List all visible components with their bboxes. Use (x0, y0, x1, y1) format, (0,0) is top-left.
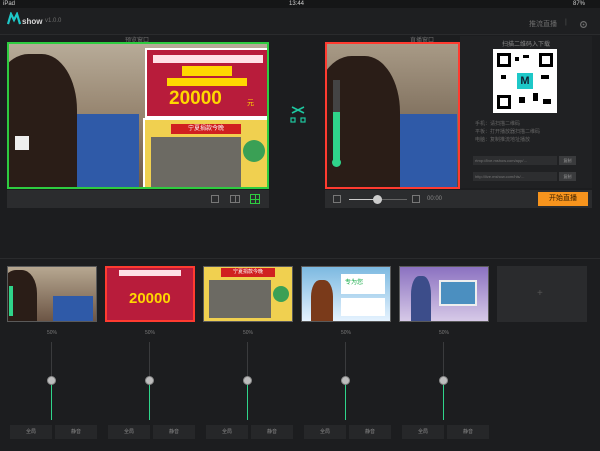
source-thumb-4[interactable]: 专为您 (301, 266, 391, 322)
qr-panel: 扫描二维码入下载 M 手机：请扫描二维码 平板：打开播放器扫描二维码 电脑：复制… (460, 36, 592, 188)
program-monitor[interactable] (325, 42, 460, 189)
copy-hls-button[interactable]: 复制 (559, 172, 576, 181)
time-code: 00:00 (427, 196, 443, 202)
fader-knob[interactable] (243, 376, 252, 385)
source-thumb-2[interactable]: 20000 (105, 266, 195, 322)
blue-crate (69, 114, 139, 187)
mute-button[interactable]: 静音 (447, 425, 489, 439)
mixer-channel-5: 50% (400, 326, 488, 422)
qr-center-logo: M (517, 73, 533, 89)
presenter-silhouette (9, 54, 77, 187)
global-button[interactable]: 全局 (304, 425, 346, 439)
channel-percent: 50% (242, 330, 253, 336)
qr-info: 手机：请扫描二维码 平板：打开播放器扫描二维码 电脑：复制推流地址播放 (475, 120, 540, 144)
single-layout-icon[interactable] (211, 195, 219, 203)
fader-fill (149, 381, 150, 420)
add-source-slot[interactable]: + (497, 266, 587, 322)
mixer-channel-3: 50% (204, 326, 292, 422)
plus-icon: + (537, 288, 543, 299)
qr-info-line: 电脑：复制推流地址播放 (475, 137, 531, 143)
split-layout-icon[interactable] (230, 195, 240, 203)
channel-percent: 50% (438, 330, 449, 336)
fader-knob[interactable] (47, 376, 56, 385)
mute-button[interactable]: 静音 (153, 425, 195, 439)
app-name: show (22, 17, 43, 26)
fader-knob[interactable] (145, 376, 154, 385)
mixer-channel-1: 50% (8, 326, 96, 422)
fader-fill (443, 381, 444, 420)
divider (0, 258, 600, 259)
grid-layout-icon[interactable] (250, 194, 260, 204)
qr-title: 扫描二维码入下载 (501, 42, 550, 48)
mshow-logo-icon (7, 12, 21, 25)
mute-button[interactable]: 静音 (251, 425, 293, 439)
qr-info-line: 手机：请扫描二维码 (475, 121, 521, 127)
global-button[interactable]: 全局 (10, 425, 52, 439)
start-live-button[interactable]: 开始直播 (538, 192, 588, 206)
channel-percent: 50% (46, 330, 57, 336)
preview-monitor[interactable]: 20000 元 宁夏捐款今晚 (7, 42, 269, 189)
qr-info-line: 平板：打开播放器扫描二维码 (475, 129, 541, 135)
global-button[interactable]: 全局 (402, 425, 444, 439)
stream-url-field[interactable]: rtmp://live.mshow.com/app/… (473, 156, 557, 165)
source-thumb-5[interactable] (399, 266, 489, 322)
qr-code: M (493, 49, 557, 113)
source-thumb-3[interactable]: 宁夏捐款今晚 (203, 266, 293, 322)
news-lower-card: 宁夏捐款今晚 (143, 118, 267, 187)
fader-knob[interactable] (341, 376, 350, 385)
fader-fill (247, 381, 248, 420)
level-knob[interactable] (332, 158, 341, 167)
app-header: show v1.0.0 推流直播 | (0, 8, 600, 35)
mixer-channel-4: 50% (302, 326, 390, 422)
lower-card-banner: 宁夏捐款今晚 (171, 124, 241, 134)
source-thumb-1[interactable] (7, 266, 97, 322)
news-overlay-card: 20000 元 (145, 48, 267, 118)
mute-button[interactable]: 静音 (55, 425, 97, 439)
mute-button[interactable]: 静音 (349, 425, 391, 439)
fader-fill (51, 381, 52, 420)
stream-settings-button[interactable]: 推流直播 (529, 19, 557, 29)
fader-knob[interactable] (439, 376, 448, 385)
global-button[interactable]: 全局 (206, 425, 248, 439)
volume-max-icon[interactable] (412, 195, 420, 203)
app-version: v1.0.0 (45, 18, 62, 24)
copy-url-button[interactable]: 复制 (559, 156, 576, 165)
battery-level: 87% (573, 1, 586, 7)
audio-level-meter (333, 80, 340, 160)
overlay-big-number: 20000 (169, 88, 222, 109)
overlay-unit: 元 (247, 100, 254, 107)
channel-percent: 50% (340, 330, 351, 336)
separator-icon: | (565, 19, 567, 26)
channel-percent: 50% (144, 330, 155, 336)
status-time: 13:44 (289, 1, 305, 7)
status-bar: iPad 13:44 87% (0, 0, 600, 8)
fader-fill (345, 381, 346, 420)
shuffle-icon[interactable] (290, 104, 306, 126)
hls-url-field[interactable]: http://live.mshow.com/hls/… (473, 172, 557, 181)
mixer-channel-2: 50% (106, 326, 194, 422)
global-button[interactable]: 全局 (108, 425, 150, 439)
device-name: iPad (3, 1, 16, 7)
qr-badge (15, 136, 29, 150)
volume-knob[interactable] (373, 195, 382, 204)
gear-icon[interactable] (579, 20, 588, 29)
mute-icon[interactable] (333, 195, 341, 203)
